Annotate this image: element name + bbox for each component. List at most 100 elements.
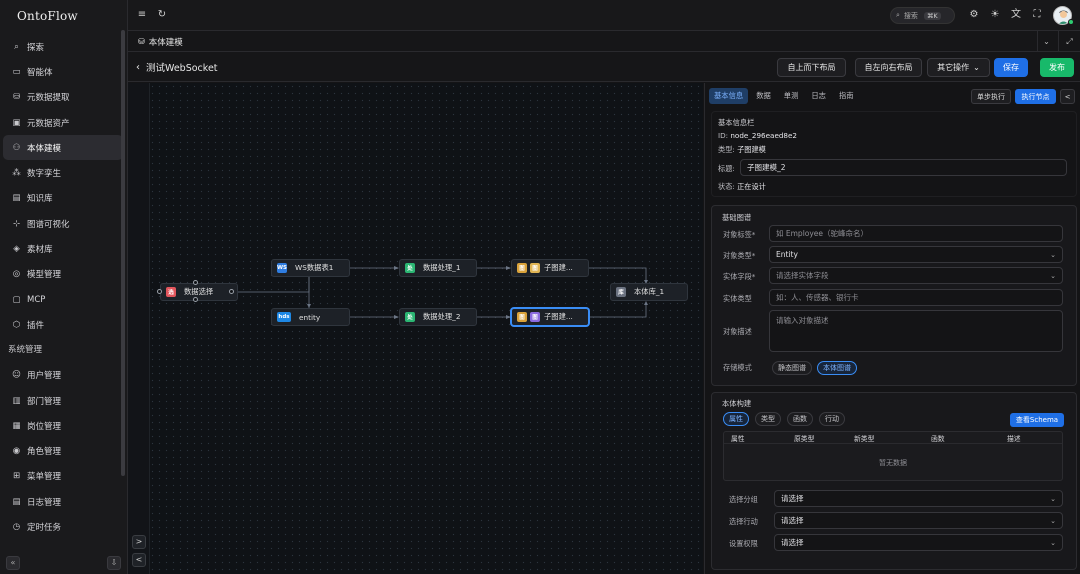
node-ws-table[interactable]: WS WS数据表1 bbox=[271, 259, 350, 277]
entity-type-input[interactable]: 如：人、传感器、银行卡 bbox=[769, 289, 1063, 306]
node-id-label: ID: bbox=[718, 131, 729, 140]
refresh-icon[interactable]: ↻ bbox=[156, 9, 168, 21]
sidebar-item-mcp[interactable]: ▢ MCP bbox=[3, 287, 123, 312]
left-right-layout-button[interactable]: 自左向右布局 bbox=[855, 58, 922, 77]
publish-button[interactable]: 发布 bbox=[1040, 58, 1074, 77]
node-data-select[interactable]: 选 数据选择 bbox=[160, 283, 238, 301]
theme-toggle-icon[interactable]: ☀ bbox=[989, 9, 1001, 21]
pin-icon[interactable]: ⇩ bbox=[107, 556, 121, 570]
panel-tab-2[interactable]: 单测 bbox=[779, 88, 804, 104]
back-button[interactable]: ‹ 测试WebSocket bbox=[136, 52, 218, 82]
settings-icon[interactable]: ⚙ bbox=[968, 9, 980, 21]
entity-field-placeholder: 请选择实体字段 bbox=[776, 271, 829, 280]
flow-edges bbox=[237, 266, 648, 319]
search-box[interactable]: ⌕ 搜索 ⌘K bbox=[890, 7, 955, 24]
permission-select[interactable]: 请选择 ⌄ bbox=[774, 534, 1063, 551]
run-node-button[interactable]: 执行节点 bbox=[1015, 89, 1056, 104]
attributes-table: 属性 原类型 新类型 函数 描述 暂无数据 bbox=[723, 431, 1063, 481]
storage-static-option[interactable]: 静态图谱 bbox=[772, 361, 812, 375]
sidebar-item-log[interactable]: ▤ 日志管理 bbox=[3, 489, 123, 514]
node-process-1[interactable]: 处 数据处理_1 bbox=[399, 259, 477, 277]
entity-field-select[interactable]: 请选择实体字段 ⌄ bbox=[769, 267, 1063, 284]
chip-types[interactable]: 类型 bbox=[755, 412, 781, 426]
object-desc-textarea[interactable]: 请输入对象描述 bbox=[769, 310, 1063, 352]
department-icon: ▥ bbox=[12, 395, 21, 406]
node-port[interactable] bbox=[193, 280, 198, 285]
node-badge: 处 bbox=[405, 263, 415, 273]
sidebar-item-plugin[interactable]: ⬡ 插件 bbox=[3, 312, 123, 337]
edge-sub1-lib bbox=[589, 267, 647, 283]
group-value: 请选择 bbox=[781, 494, 804, 503]
node-name-input[interactable]: 子图建模_2 bbox=[740, 159, 1067, 176]
sidebar-item-database[interactable]: ⛁ 元数据提取 bbox=[3, 85, 123, 110]
sidebar-item-department[interactable]: ▥ 部门管理 bbox=[3, 388, 123, 413]
sidebar-item-twin[interactable]: ⁂ 数字孪生 bbox=[3, 160, 123, 185]
panel-tab-3[interactable]: 日志 bbox=[806, 88, 831, 104]
sidebar-item-timer[interactable]: ◷ 定时任务 bbox=[3, 514, 123, 539]
sidebar-item-label: 知识库 bbox=[27, 194, 53, 205]
panel-tab-0[interactable]: 基本信息 bbox=[709, 88, 749, 104]
menu-toggle-icon[interactable]: ≡ bbox=[136, 9, 148, 21]
mcp-icon: ▢ bbox=[12, 294, 21, 305]
top-bar: ≡ ↻ ⌕ 搜索 ⌘K ⚙ ☀ 文 ⛶ bbox=[128, 0, 1080, 31]
storage-ontology-option[interactable]: 本体图谱 bbox=[817, 361, 857, 375]
object-label-input[interactable]: 如 Employee（驼峰命名） bbox=[769, 225, 1063, 242]
sidebar-item-menu[interactable]: ⊞ 菜单管理 bbox=[3, 464, 123, 489]
sidebar-item-position[interactable]: ▦ 岗位管理 bbox=[3, 413, 123, 438]
cube-icon: ◈ bbox=[13, 244, 20, 255]
sidebar-item-user[interactable]: ☺ 用户管理 bbox=[3, 363, 123, 388]
single-step-button[interactable]: 单步执行 bbox=[971, 89, 1011, 104]
base-graph-title: 基础图谱 bbox=[722, 213, 752, 222]
group-select[interactable]: 请选择 ⌄ bbox=[774, 490, 1063, 507]
base-graph-card: 基础图谱 对象标签* 如 Employee（驼峰命名） 对象类型* Entity… bbox=[711, 205, 1077, 386]
node-subgraph-1[interactable]: 图 图 子图建... bbox=[511, 259, 589, 277]
sidebar-item-ontology[interactable]: ⚇ 本体建模 bbox=[3, 135, 123, 161]
sidebar-item-label: 部门管理 bbox=[27, 396, 62, 407]
sidebar-item-role[interactable]: ◉ 角色管理 bbox=[3, 438, 123, 463]
maximize-icon[interactable]: ⤢ bbox=[1058, 31, 1080, 52]
database-icon: ⛁ bbox=[12, 92, 21, 103]
node-process-2[interactable]: 处 数据处理_2 bbox=[399, 308, 477, 326]
sidebar-nav: ⌕ 探索 ▭ 智能体 ⛁ 元数据提取 ▣ 元数据资产 ⚇ 本体建模 ⁂ 数字孪生 ▤ 知识库 ⊹ 图谱可视化 ◈… bbox=[0, 34, 128, 540]
node-port[interactable] bbox=[193, 297, 198, 302]
panel-tab-4[interactable]: 指南 bbox=[834, 88, 859, 104]
node-port[interactable] bbox=[229, 289, 234, 294]
node-id-value: node_296eaed8e2 bbox=[730, 131, 798, 140]
node-subgraph-2[interactable]: 图 图 子图建... bbox=[511, 308, 589, 326]
flow-canvas[interactable]: > < 选 数据选择 WS WS数据表1 hds entity 处 数据处理_1… bbox=[128, 83, 703, 574]
tabs-dropdown-icon[interactable]: ⌄ bbox=[1037, 31, 1055, 52]
panel-tab-1[interactable]: 数据 bbox=[751, 88, 776, 104]
ontology-icon: ⚇ bbox=[12, 142, 21, 153]
object-type-select[interactable]: Entity ⌄ bbox=[769, 246, 1063, 263]
sidebar-item-asset[interactable]: ▣ 元数据资产 bbox=[3, 110, 123, 135]
translate-icon[interactable]: 文 bbox=[1010, 9, 1022, 21]
more-actions-button[interactable]: 其它操作 ⌄ bbox=[927, 58, 990, 77]
sidebar-item-graph[interactable]: ⊹ 图谱可视化 bbox=[3, 211, 123, 236]
group-label: 选择分组 bbox=[729, 495, 758, 504]
chip-attributes[interactable]: 属性 bbox=[723, 412, 749, 426]
node-ontology-lib[interactable]: 库 本体库_1 bbox=[610, 283, 688, 301]
position-icon: ▦ bbox=[12, 420, 21, 431]
table-header: 属性 原类型 新类型 函数 描述 bbox=[724, 432, 1062, 444]
fullscreen-icon[interactable]: ⛶ bbox=[1031, 9, 1043, 21]
collapse-panel-icon[interactable]: < bbox=[1060, 89, 1075, 104]
save-button[interactable]: 保存 bbox=[994, 58, 1028, 77]
collapse-sidebar-icon[interactable]: « bbox=[6, 556, 20, 570]
view-schema-button[interactable]: 查看Schema bbox=[1010, 413, 1064, 427]
node-label: 子图建... bbox=[544, 312, 573, 321]
chip-actions[interactable]: 行动 bbox=[819, 412, 845, 426]
node-badge: 库 bbox=[616, 287, 626, 297]
tab-ontology[interactable]: ⛁ 本体建模 bbox=[138, 31, 183, 52]
sidebar-item-search[interactable]: ⌕ 探索 bbox=[3, 34, 123, 59]
top-down-layout-button[interactable]: 自上而下布局 bbox=[777, 58, 846, 77]
node-port[interactable] bbox=[157, 289, 162, 294]
sidebar-footer: « ⇩ bbox=[6, 556, 121, 570]
chip-functions[interactable]: 函数 bbox=[787, 412, 813, 426]
node-entity[interactable]: hds entity bbox=[271, 308, 350, 326]
sidebar-item-model[interactable]: ◎ 模型管理 bbox=[3, 262, 123, 287]
sidebar-item-cube[interactable]: ◈ 素材库 bbox=[3, 236, 123, 261]
sidebar-item-book[interactable]: ▤ 知识库 bbox=[3, 186, 123, 211]
sidebar-item-agent[interactable]: ▭ 智能体 bbox=[3, 59, 123, 84]
sidebar-scrollbar[interactable] bbox=[121, 30, 125, 476]
action-select[interactable]: 请选择 ⌄ bbox=[774, 512, 1063, 529]
